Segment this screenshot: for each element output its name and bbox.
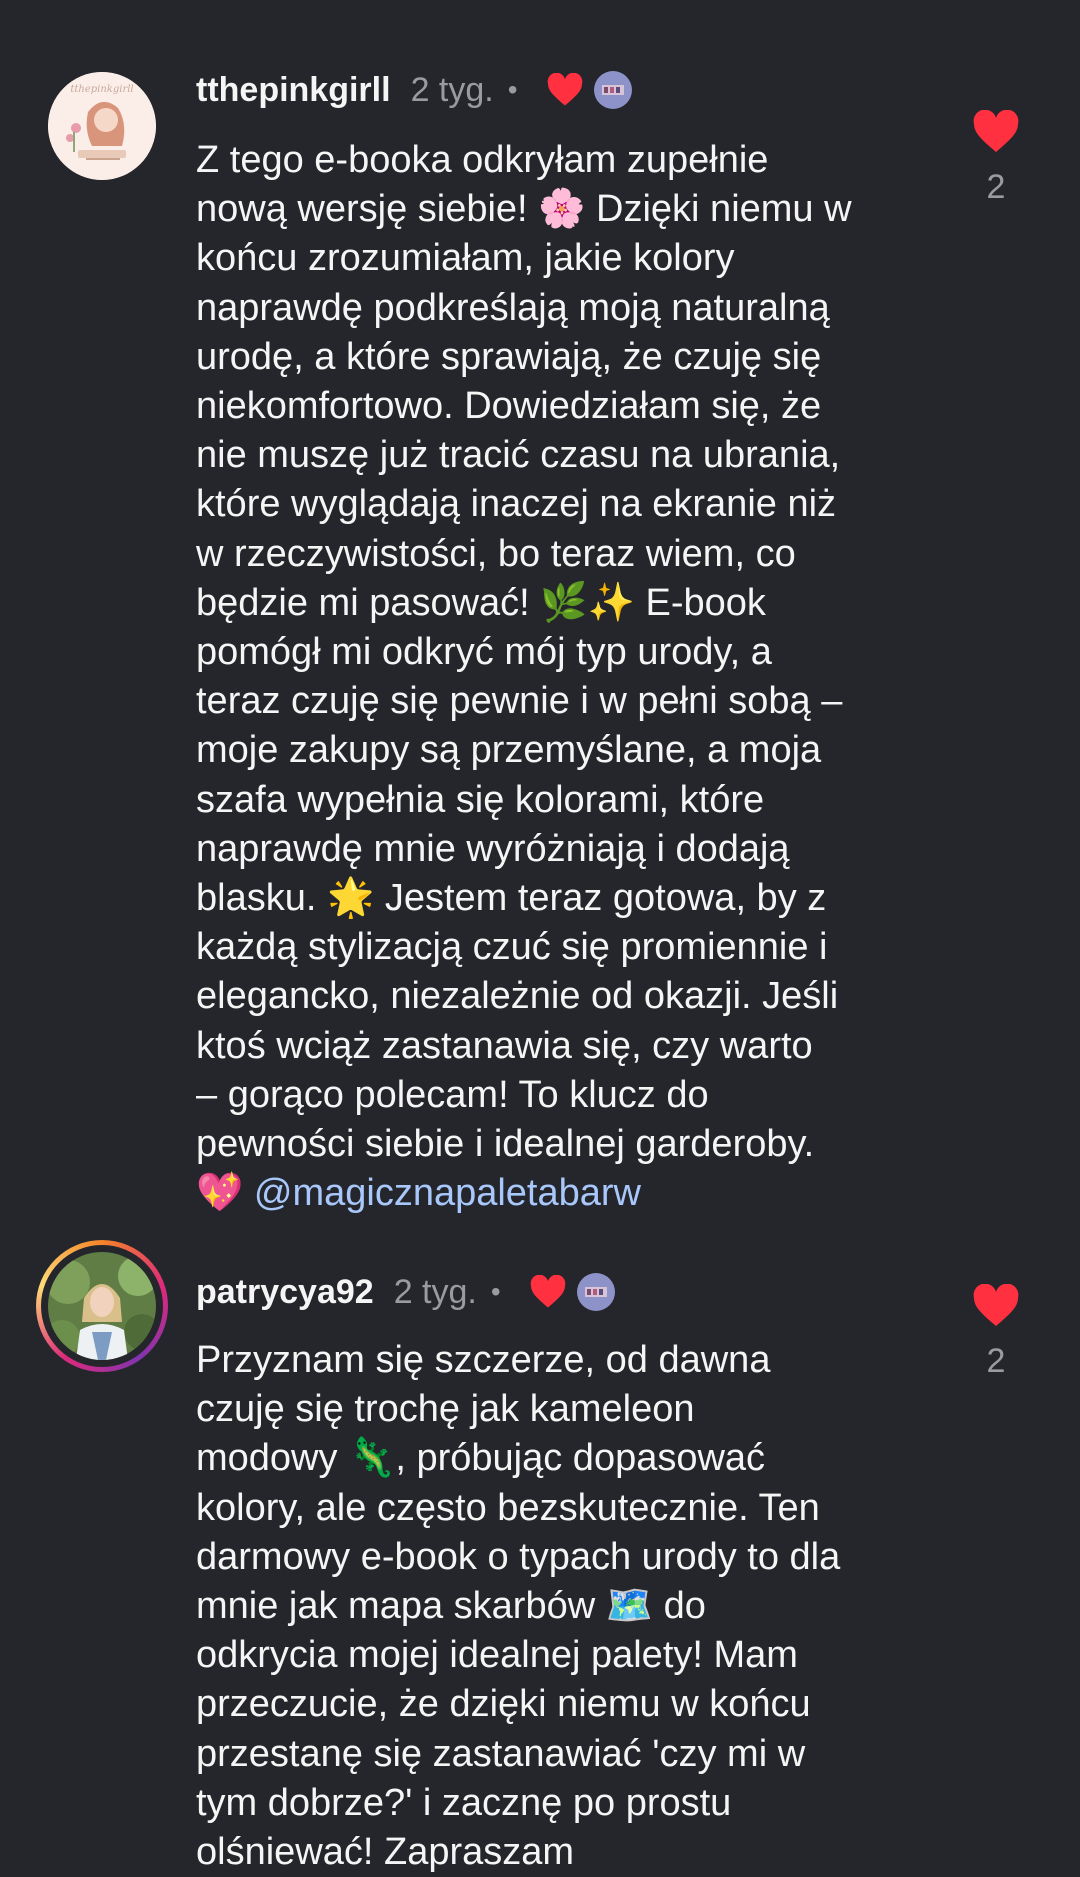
comment-item: tthepinkgirll tthepinkgirll 2 tyg. • Z t… (0, 0, 1080, 1240)
creator-avatar-badge (593, 71, 632, 109)
timestamp: 2 tyg. (410, 70, 494, 109)
separator-dot: • (490, 1276, 501, 1307)
username[interactable]: patrycya92 (196, 1273, 374, 1312)
avatar[interactable]: tthepinkgirll (48, 72, 156, 180)
like-count[interactable]: 2 (966, 168, 1026, 207)
separator-dot: • (507, 74, 518, 105)
mention-link[interactable]: @magicznapaletabarw (254, 1172, 641, 1214)
username[interactable]: tthepinkgirll (196, 71, 391, 110)
creator-badge-icon (584, 1287, 607, 1297)
creator-avatar-badge (576, 1273, 615, 1311)
comment-header: tthepinkgirll 2 tyg. • (196, 62, 632, 118)
like-count[interactable]: 2 (966, 1342, 1026, 1381)
comment-header: patrycya92 2 tyg. • (196, 1264, 615, 1320)
girl-with-book-avatar-icon: tthepinkgirll (48, 72, 156, 180)
like-heart-icon[interactable] (971, 1284, 1021, 1328)
like-control: 2 (966, 110, 1026, 207)
comment-text: Z tego e-booka odkryłam zupełnie nową wer… (196, 139, 852, 1215)
avatar-text: tthepinkgirll (70, 84, 133, 95)
creator-liked-heart-icon (530, 1275, 565, 1308)
comment-text: Przyznam się szczerze, od dawna czuję się… (196, 1339, 841, 1874)
timestamp: 2 tyg. (393, 1272, 477, 1311)
woman-photo-avatar-icon (48, 1252, 156, 1360)
like-heart-icon[interactable] (971, 110, 1021, 154)
story-ring[interactable] (36, 1240, 168, 1372)
comment-item: patrycya92 2 tyg. • Przyznam się szczerz… (0, 1240, 1080, 1873)
avatar[interactable] (48, 1252, 156, 1360)
like-control: 2 (966, 1284, 1026, 1381)
creator-badge-icon (601, 85, 624, 95)
creator-liked-heart-icon (547, 73, 582, 106)
